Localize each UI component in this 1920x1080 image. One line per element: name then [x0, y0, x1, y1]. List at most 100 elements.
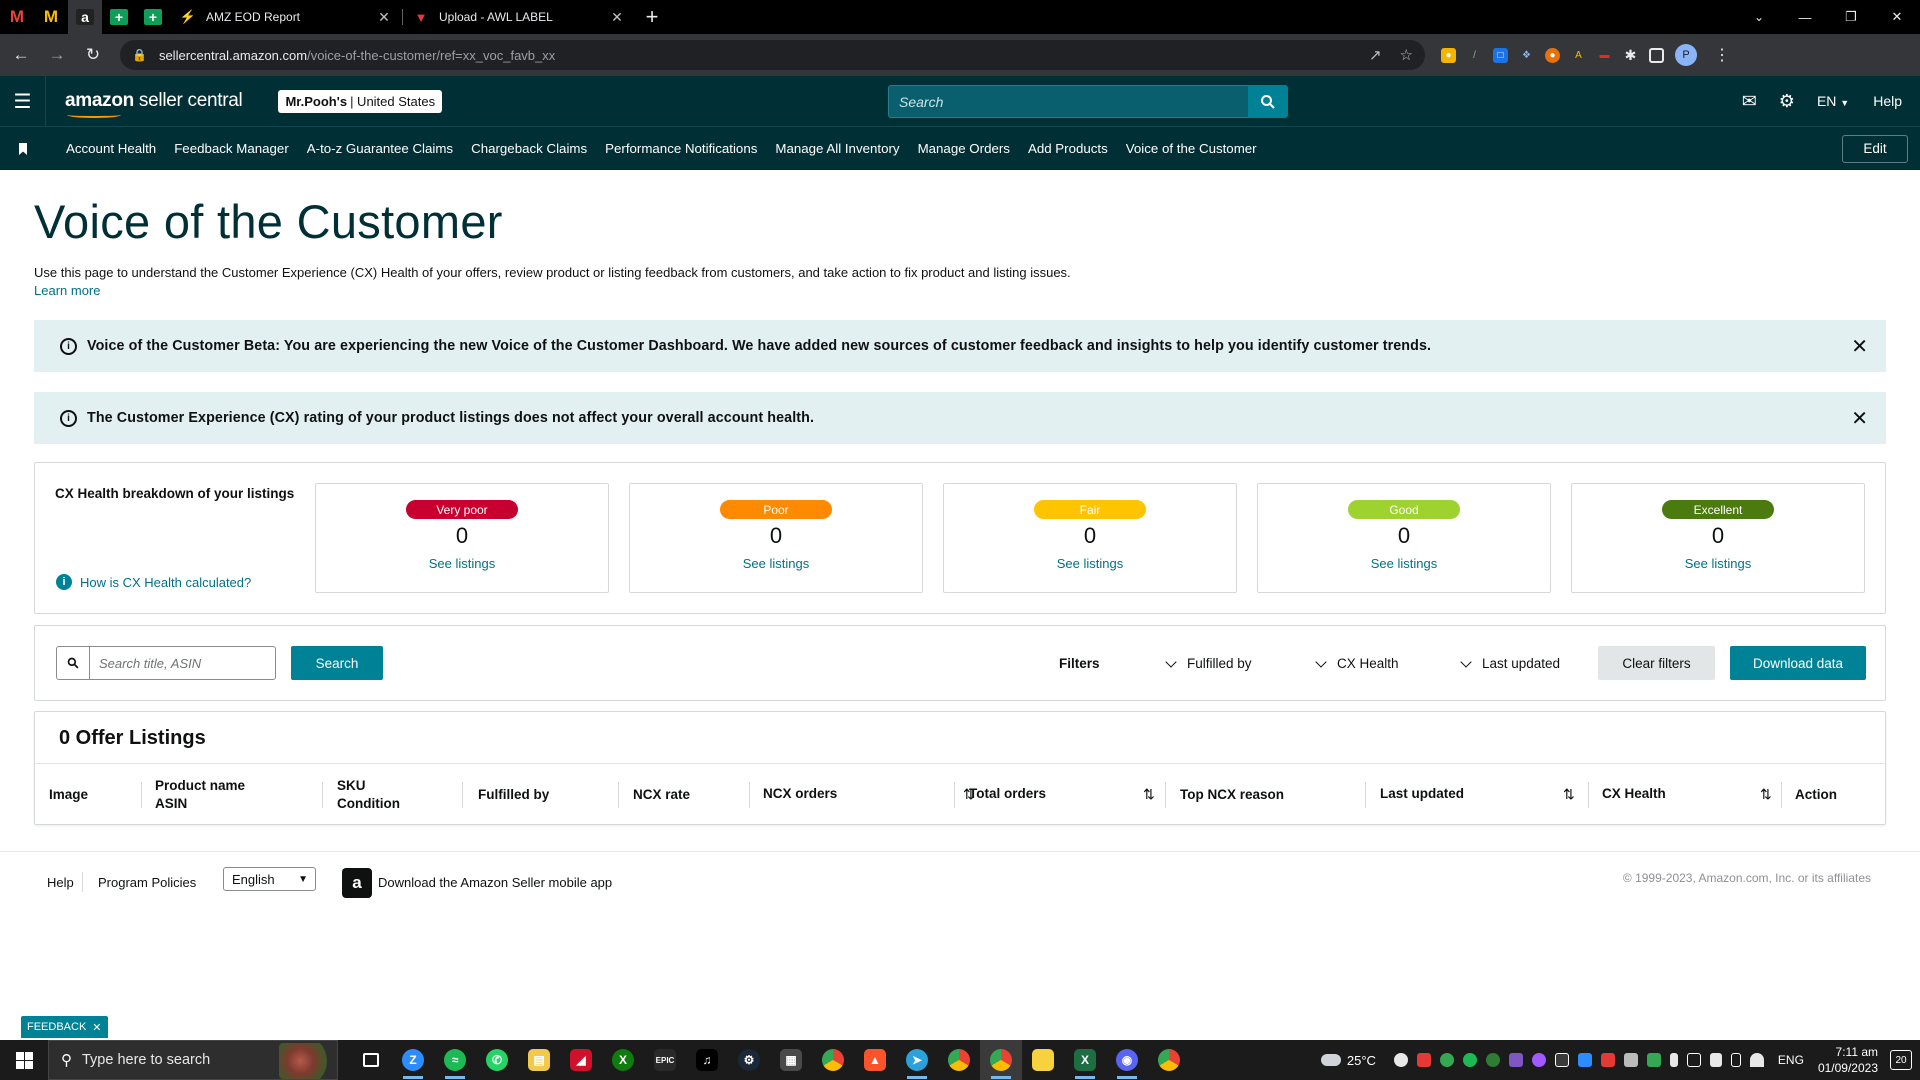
extension-icon[interactable]: ▬ [1597, 47, 1612, 63]
more-menu-icon[interactable]: ⋮ [1714, 45, 1730, 65]
input-language[interactable]: ENG [1778, 1053, 1804, 1067]
puzzle-icon[interactable]: ✱ [1623, 47, 1638, 63]
pinned-tab-gmail-2[interactable]: M [34, 0, 68, 34]
reload-button[interactable]: ↻ [78, 40, 108, 70]
header-search-button[interactable] [1248, 85, 1288, 118]
microphone-icon[interactable] [1669, 1053, 1678, 1067]
learn-more-link[interactable]: Learn more [34, 283, 100, 298]
col-total-orders[interactable]: Total orders ⇅ [969, 763, 1189, 825]
nav-feedback-manager[interactable]: Feedback Manager [174, 141, 289, 156]
file-explorer-icon[interactable]: ▤ [518, 1040, 560, 1080]
see-listings-link[interactable]: See listings [429, 556, 495, 571]
extension-icon[interactable]: A [1571, 47, 1586, 63]
tray-app-icon[interactable] [1577, 1053, 1592, 1067]
close-icon[interactable]: ✕ [609, 9, 625, 25]
bookmark-star-icon[interactable]: ☆ [1400, 46, 1413, 64]
display-icon[interactable] [1686, 1053, 1701, 1067]
notification-center-button[interactable]: 20 [1890, 1050, 1912, 1070]
chrome-active-app-icon[interactable] [980, 1040, 1022, 1080]
see-listings-link[interactable]: See listings [1057, 556, 1123, 571]
bookmark-icon[interactable] [0, 142, 46, 155]
taskbar-clock[interactable]: 7:11 am 01/09/2023 [1818, 1044, 1878, 1076]
nav-a-to-z-claims[interactable]: A-to-z Guarantee Claims [307, 141, 453, 156]
col-ncx-orders[interactable]: NCX orders ⇅ [763, 763, 975, 825]
extension-icon[interactable]: ● [1545, 47, 1560, 63]
forward-button[interactable]: → [42, 40, 72, 70]
brave-app-icon[interactable]: ▲ [854, 1040, 896, 1080]
side-panel-icon[interactable] [1649, 47, 1664, 63]
filter-last-updated[interactable]: Last updated [1460, 655, 1560, 671]
back-button[interactable]: ← [6, 40, 36, 70]
calculator-app-icon[interactable]: ▦ [770, 1040, 812, 1080]
nav-add-products[interactable]: Add Products [1028, 141, 1108, 156]
filter-cx-health[interactable]: CX Health [1315, 655, 1399, 671]
zoom-app-icon[interactable]: Z [392, 1040, 434, 1080]
store-selector[interactable]: Mr.Pooh's | United States [278, 89, 443, 113]
sticky-notes-icon[interactable] [1022, 1040, 1064, 1080]
seller-central-logo[interactable]: amazon seller central [65, 90, 243, 118]
spotify-app-icon[interactable]: ≈ [434, 1040, 476, 1080]
tray-app-icon[interactable] [1646, 1053, 1661, 1067]
extension-icon[interactable]: ● [1441, 47, 1456, 63]
whatsapp-app-icon[interactable]: ✆ [476, 1040, 518, 1080]
header-search-input[interactable]: Search [888, 85, 1248, 118]
col-cx-health[interactable]: CX Health ⇅ [1602, 763, 1802, 825]
mail-icon[interactable]: ✉ [1742, 91, 1757, 112]
col-last-updated[interactable]: Last updated ⇅ [1380, 763, 1580, 825]
telegram-app-icon[interactable]: ➤ [896, 1040, 938, 1080]
tab-amz-eod-report[interactable]: ⚡ AMZ EOD Report ✕ [170, 0, 402, 34]
battery-icon[interactable] [1730, 1053, 1741, 1067]
tray-app-icon[interactable] [1485, 1053, 1500, 1067]
footer-program-policies-link[interactable]: Program Policies [98, 875, 196, 890]
hamburger-menu-icon[interactable]: ☰ [0, 76, 46, 126]
window-close-button[interactable]: ✕ [1874, 0, 1920, 34]
weather-widget[interactable]: 25°C [1320, 1053, 1376, 1068]
tab-upload-awl-label[interactable]: ▼ Upload - AWL LABEL ✕ [403, 0, 635, 34]
pinned-tab-gmail-1[interactable]: M [0, 0, 34, 34]
listing-search-field[interactable]: Search title, ASIN [56, 646, 276, 680]
see-listings-link[interactable]: See listings [1371, 556, 1437, 571]
taskbar-search[interactable]: ⚲ Type here to search [48, 1040, 338, 1080]
download-app-link[interactable]: Download the Amazon Seller mobile app [378, 875, 612, 890]
footer-help-link[interactable]: Help [47, 875, 74, 890]
sort-icon[interactable]: ⇅ [1563, 785, 1575, 803]
tab-search-icon[interactable]: ⌄ [1736, 0, 1782, 34]
extension-icon[interactable]: / [1467, 47, 1482, 63]
nav-performance-notifications[interactable]: Performance Notifications [605, 141, 757, 156]
edit-bookmarks-button[interactable]: Edit [1842, 134, 1908, 163]
nav-manage-orders[interactable]: Manage Orders [918, 141, 1010, 156]
chrome-profile-app-icon[interactable] [938, 1040, 980, 1080]
help-link[interactable]: Help [1873, 93, 1902, 109]
lock-icon[interactable]: 🔒 [132, 48, 147, 62]
volume-icon[interactable] [1709, 1053, 1722, 1067]
nav-chargeback-claims[interactable]: Chargeback Claims [471, 141, 587, 156]
pinned-tab-sheets-2[interactable]: + [136, 0, 170, 34]
tiktok-app-icon[interactable]: ♫ [686, 1040, 728, 1080]
tray-app-icon[interactable] [1439, 1053, 1454, 1067]
pinned-tab-sheets-1[interactable]: + [102, 0, 136, 34]
tray-app-icon[interactable] [1416, 1053, 1431, 1067]
language-selector[interactable]: EN ▼ [1817, 93, 1849, 109]
clear-filters-button[interactable]: Clear filters [1598, 646, 1715, 680]
task-view-icon[interactable] [350, 1040, 392, 1080]
tray-app-icon[interactable] [1462, 1053, 1477, 1067]
sort-icon[interactable]: ⇅ [1143, 785, 1155, 803]
nav-voice-of-the-customer[interactable]: Voice of the Customer [1126, 141, 1257, 156]
restore-button[interactable]: ❐ [1828, 0, 1874, 34]
epic-games-icon[interactable]: EPIC [644, 1040, 686, 1080]
tray-app-icon[interactable] [1554, 1053, 1569, 1067]
see-listings-link[interactable]: See listings [743, 556, 809, 571]
extension-icon[interactable]: ❖ [1519, 47, 1534, 63]
profile-avatar[interactable]: P [1675, 44, 1697, 66]
download-data-button[interactable]: Download data [1730, 646, 1866, 680]
tray-app-icon[interactable] [1508, 1053, 1523, 1067]
filter-fulfilled-by[interactable]: Fulfilled by [1165, 655, 1252, 671]
share-icon[interactable]: ↗ [1369, 46, 1382, 64]
close-icon[interactable]: ✕ [92, 1021, 101, 1034]
listing-search-button[interactable]: Search [291, 646, 383, 680]
amd-app-icon[interactable]: ◢ [560, 1040, 602, 1080]
steam-app-icon[interactable]: ⚙ [728, 1040, 770, 1080]
close-icon[interactable]: ✕ [1851, 334, 1868, 359]
chrome-app-icon[interactable] [812, 1040, 854, 1080]
sort-icon[interactable]: ⇅ [1760, 785, 1772, 803]
